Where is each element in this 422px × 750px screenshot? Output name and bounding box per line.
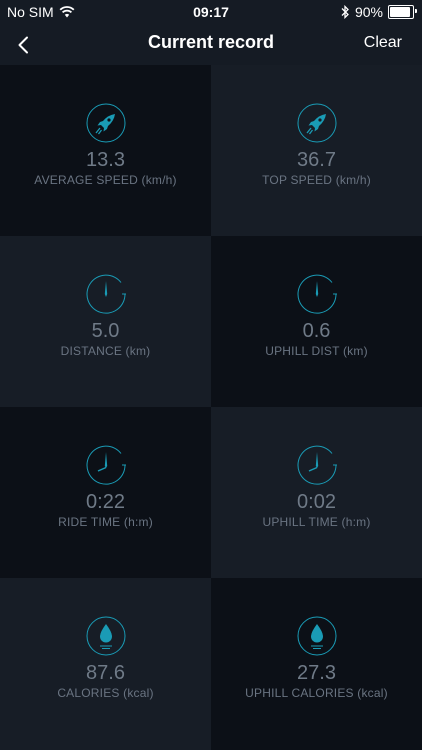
stat-tile-calories: 87.6 CALORIES (kcal)	[0, 578, 211, 750]
status-right: 90%	[341, 4, 417, 20]
stats-grid: 13.3 AVERAGE SPEED (km/h) 36.7 TOP SPEED…	[0, 65, 422, 750]
battery-percent: 90%	[354, 4, 383, 20]
stat-value: 36.7	[297, 149, 336, 171]
compass-icon	[297, 274, 337, 314]
stat-value: 0.6	[302, 320, 331, 342]
stat-tile-uphill-calories: 27.3 UPHILL CALORIES (kcal)	[211, 578, 422, 750]
stat-value: 27.3	[297, 662, 336, 684]
stat-label: UPHILL DIST (km)	[265, 344, 368, 358]
stat-tile-uphill-time: 0:02 UPHILL TIME (h:m)	[211, 407, 422, 578]
nav-bar: Current record Clear	[0, 24, 422, 65]
stat-label: RIDE TIME (h:m)	[58, 515, 153, 529]
stat-value: 0:22	[86, 491, 125, 513]
status-bar: No SIM 09:17 90%	[0, 0, 422, 24]
battery-fill	[390, 7, 410, 17]
stat-value: 87.6	[86, 662, 125, 684]
bluetooth-icon	[341, 5, 349, 19]
stat-label: DISTANCE (km)	[60, 344, 151, 358]
battery-tip	[415, 9, 417, 13]
stat-tile-average-speed: 13.3 AVERAGE SPEED (km/h)	[0, 65, 211, 236]
stat-label: CALORIES (kcal)	[57, 686, 154, 700]
rocket-icon	[86, 103, 125, 143]
drop-icon	[297, 616, 336, 656]
stat-label: TOP SPEED (km/h)	[262, 173, 371, 187]
stat-value: 13.3	[86, 149, 125, 171]
stat-label: UPHILL TIME (h:m)	[262, 515, 371, 529]
clock-icon	[86, 445, 126, 485]
stat-tile-distance: 5.0 DISTANCE (km)	[0, 236, 211, 407]
stat-tile-top-speed: 36.7 TOP SPEED (km/h)	[211, 65, 422, 236]
stat-value: 5.0	[91, 320, 120, 342]
drop-icon	[86, 616, 125, 656]
stat-tile-uphill-dist: 0.6 UPHILL DIST (km)	[211, 236, 422, 407]
stat-tile-ride-time: 0:22 RIDE TIME (h:m)	[0, 407, 211, 578]
stat-value: 0:02	[297, 491, 336, 513]
battery-icon	[388, 5, 417, 19]
rocket-icon	[297, 103, 336, 143]
clear-button[interactable]: Clear	[364, 34, 402, 52]
stat-label: AVERAGE SPEED (km/h)	[34, 173, 177, 187]
page-title: Current record	[147, 32, 275, 52]
clock-icon	[297, 445, 337, 485]
stat-label: UPHILL CALORIES (kcal)	[245, 686, 388, 700]
compass-icon	[86, 274, 126, 314]
